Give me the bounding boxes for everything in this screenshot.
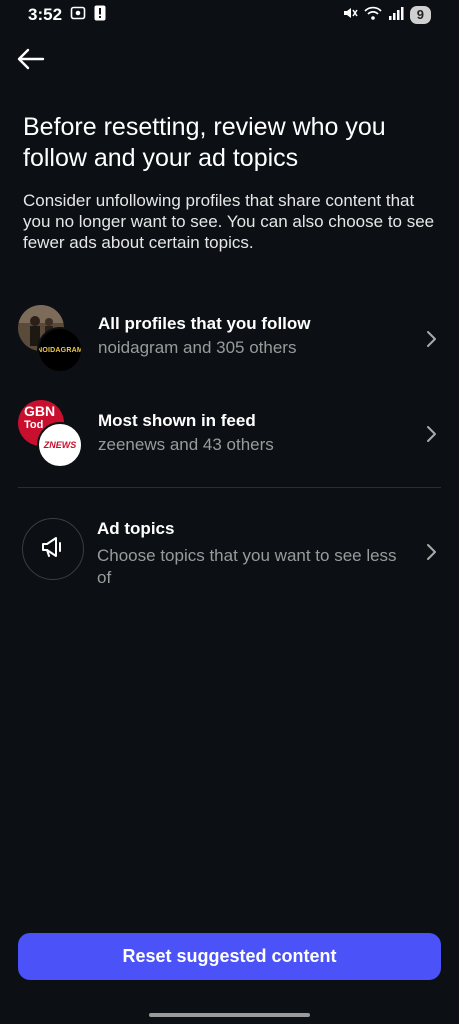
chevron-right-icon (425, 542, 439, 562)
row-text: All profiles that you follow noidagram a… (98, 305, 441, 359)
row-text: Ad topics Choose topics that you want to… (97, 518, 441, 589)
row-subtitle: noidagram and 305 others (98, 338, 297, 357)
row-subtitle: zeenews and 43 others (98, 435, 274, 454)
chevron-right-icon (425, 424, 439, 444)
avatar-logo-text: NOIDAGRAM (37, 346, 83, 354)
back-arrow-icon (17, 48, 45, 75)
battery-indicator: 9 (409, 6, 431, 24)
ad-topics-icon-circle (22, 518, 84, 580)
status-bar: 3:52 9 (0, 0, 459, 30)
chevron-right-icon (425, 329, 439, 349)
feed-avatar-stack: GBN Tod ZNEWS (18, 400, 86, 470)
mute-icon (342, 5, 358, 26)
avatar-logo-text: ZNEWS (43, 440, 77, 450)
row-all-profiles[interactable]: NOIDAGRAM All profiles that you follow n… (18, 305, 441, 375)
row-most-shown[interactable]: GBN Tod ZNEWS Most shown in feed zeenews… (18, 400, 441, 470)
signal-icon (388, 5, 404, 26)
avatar-front-noidagram: NOIDAGRAM (37, 327, 83, 373)
row-title: All profiles that you follow (98, 314, 311, 333)
reset-suggested-content-button[interactable]: Reset suggested content (18, 933, 441, 980)
status-time: 3:52 (28, 5, 63, 24)
divider (18, 487, 441, 488)
back-button[interactable] (14, 44, 48, 78)
screenshot-icon (70, 5, 86, 26)
avatar-front-zeenews: ZNEWS (37, 422, 83, 468)
page-description: Consider unfollowing profiles that share… (23, 191, 435, 252)
row-subtitle: Choose topics that you want to see less … (97, 546, 397, 587)
row-ad-topics[interactable]: Ad topics Choose topics that you want to… (18, 518, 441, 589)
wifi-icon (364, 5, 382, 26)
status-right: 9 (342, 5, 431, 26)
row-title: Ad topics (97, 519, 175, 538)
gbn-logo-text: GBN (24, 403, 56, 419)
gbn-logo-subtext: Tod (24, 419, 44, 431)
row-title: Most shown in feed (98, 411, 256, 430)
status-left: 3:52 (28, 5, 106, 26)
profile-avatar-stack: NOIDAGRAM (18, 305, 86, 375)
home-indicator[interactable] (149, 1013, 310, 1017)
page-title: Before resetting, review who you follow … (23, 113, 386, 172)
megaphone-icon (40, 535, 66, 564)
alert-icon (94, 5, 106, 26)
row-text: Most shown in feed zeenews and 43 others (98, 400, 441, 456)
